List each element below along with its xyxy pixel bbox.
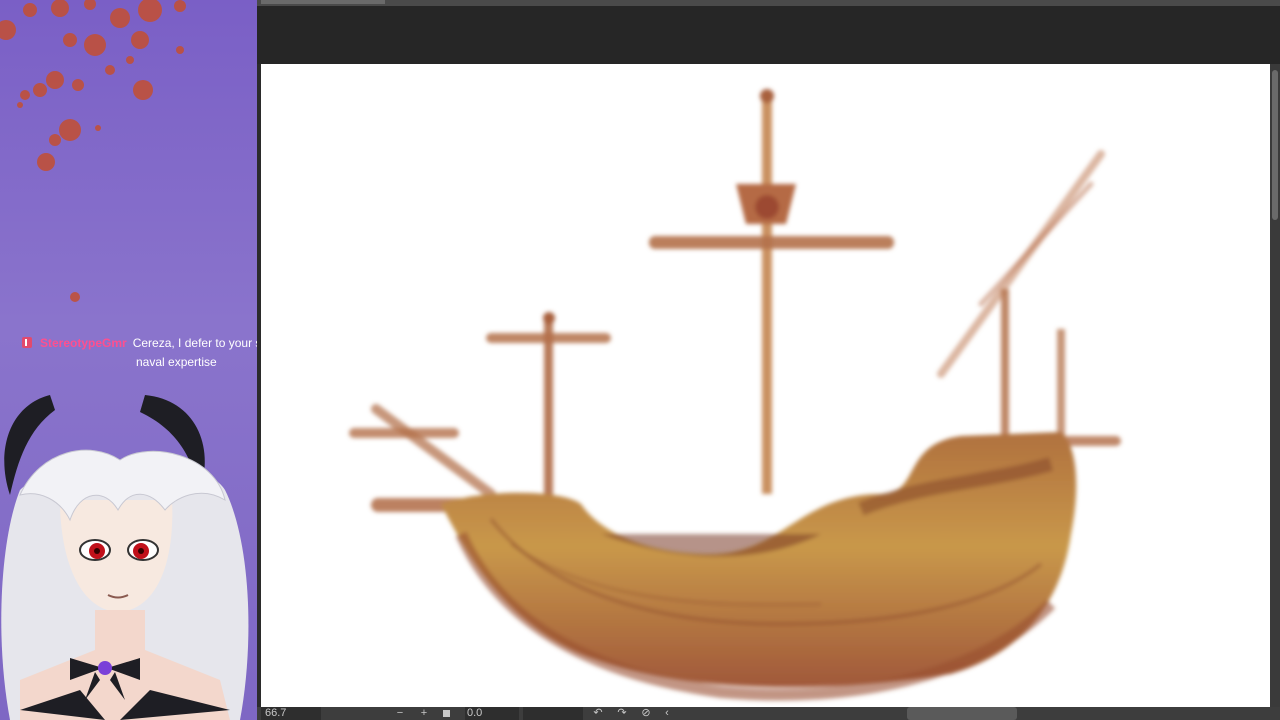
chat-username: StereotypeGmr: [40, 336, 127, 350]
paint-splatter-decoration: [0, 0, 186, 302]
status-bar: 66.7 − + 0.0 ↶ ↷ ⊘ ‹: [257, 707, 1280, 720]
drawing-app-window: 66.7 − + 0.0 ↶ ↷ ⊘ ‹: [257, 0, 1280, 720]
reset-rotation-button[interactable]: ⊘: [639, 707, 653, 720]
flip-horizontal-button[interactable]: ‹: [661, 707, 673, 720]
status-field-blank: [523, 707, 583, 720]
chat-message-text-line1: Cereza, I defer to your superior: [132, 336, 257, 350]
chat-message: StereotypeGmr Cereza, I defer to your sup…: [22, 334, 257, 372]
fit-to-screen-button[interactable]: [443, 707, 453, 720]
chat-message-text-line2: naval expertise: [136, 355, 217, 369]
moderator-badge-icon: [22, 337, 32, 348]
vtuber-avatar-illustration: [1, 395, 249, 720]
rotate-right-button[interactable]: ↷: [615, 707, 629, 720]
square-icon: [443, 710, 450, 717]
stream-overlay-panel: StereotypeGmr Cereza, I defer to your sup…: [0, 0, 257, 720]
canvas-tab[interactable]: [261, 0, 385, 4]
vertical-scrollbar-thumb[interactable]: [1272, 70, 1278, 220]
rotation-angle-field[interactable]: 0.0: [465, 707, 519, 720]
vertical-scrollbar[interactable]: [1270, 64, 1280, 707]
drawing-canvas[interactable]: [261, 64, 1270, 707]
zoom-in-button[interactable]: +: [417, 707, 431, 720]
zoom-out-button[interactable]: −: [393, 707, 407, 720]
ship-sketch-artwork: [349, 89, 1121, 701]
zoom-level-field[interactable]: 66.7: [261, 707, 321, 720]
rotate-left-button[interactable]: ↶: [591, 707, 605, 720]
canvas-header-area: [257, 6, 1280, 64]
horizontal-scrollbar-thumb[interactable]: [907, 707, 1017, 720]
